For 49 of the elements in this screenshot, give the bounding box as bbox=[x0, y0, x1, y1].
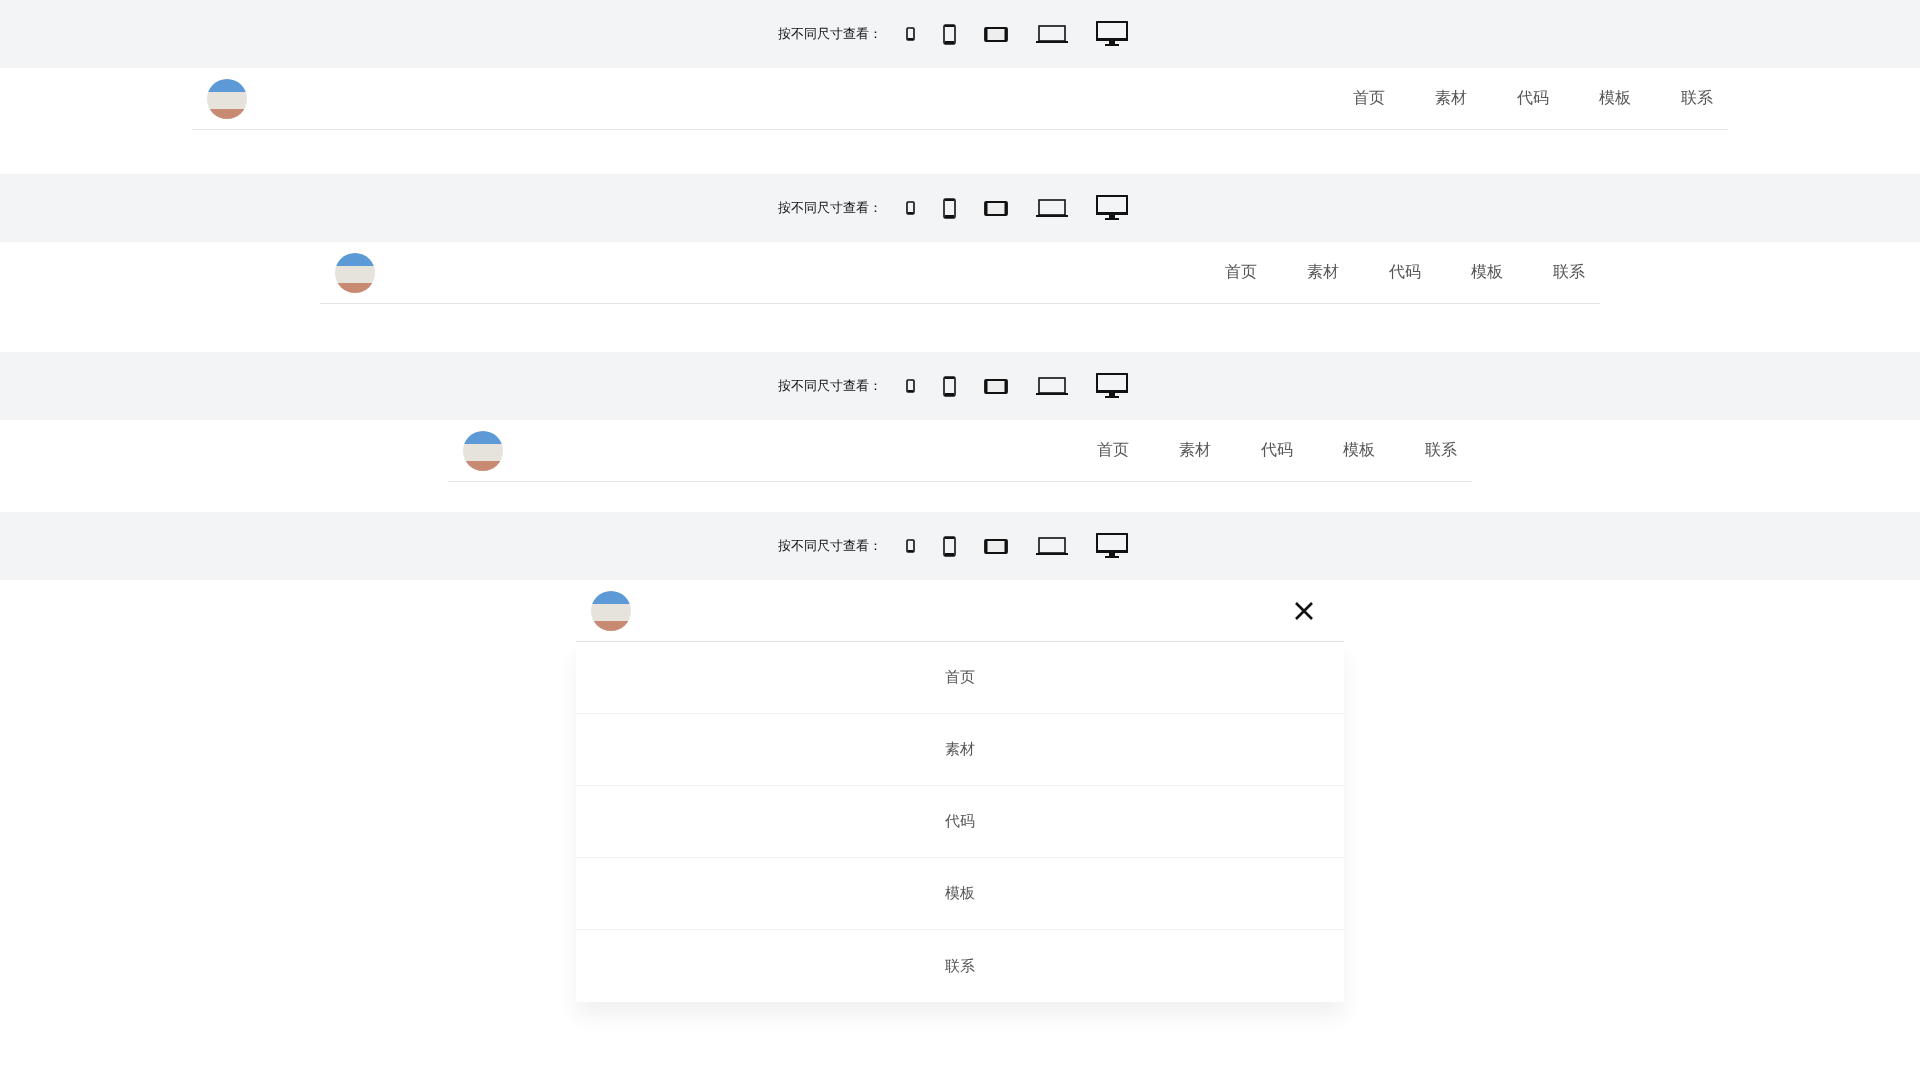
nav-link[interactable]: 首页 bbox=[1200, 262, 1282, 283]
laptop-icon[interactable] bbox=[1036, 536, 1068, 556]
phone-icon[interactable] bbox=[943, 23, 956, 45]
nav-link[interactable]: 代码 bbox=[1236, 440, 1318, 461]
monitor-icon[interactable] bbox=[1096, 21, 1128, 47]
monitor-icon[interactable] bbox=[1096, 533, 1128, 559]
small-phone-icon[interactable] bbox=[906, 27, 915, 41]
small-phone-icon[interactable] bbox=[906, 379, 915, 393]
small-phone-icon[interactable] bbox=[906, 201, 915, 215]
laptop-icon[interactable] bbox=[1036, 376, 1068, 396]
tablet-icon[interactable] bbox=[984, 378, 1008, 394]
avatar-photo[interactable] bbox=[207, 78, 247, 119]
toolbar-label: 按不同尺寸查看： bbox=[778, 25, 882, 43]
toolbar-label: 按不同尺寸查看： bbox=[778, 537, 882, 555]
phone-icon[interactable] bbox=[943, 197, 956, 219]
nav-link[interactable]: 模板 bbox=[1318, 440, 1400, 461]
nav-link[interactable]: 首页 bbox=[1328, 88, 1410, 109]
close-icon[interactable] bbox=[1294, 600, 1314, 621]
nav-link[interactable]: 代码 bbox=[1364, 262, 1446, 283]
avatar-photo[interactable] bbox=[335, 252, 375, 293]
nav-link[interactable]: 联系 bbox=[1400, 440, 1457, 461]
phone-icon[interactable] bbox=[943, 375, 956, 397]
nav-link[interactable]: 首页 bbox=[1072, 440, 1154, 461]
phone-icon[interactable] bbox=[943, 535, 956, 557]
nav-link[interactable]: 素材 bbox=[1282, 262, 1364, 283]
monitor-icon[interactable] bbox=[1096, 373, 1128, 399]
nav-link[interactable]: 素材 bbox=[1410, 88, 1492, 109]
laptop-icon[interactable] bbox=[1036, 24, 1068, 44]
tablet-icon[interactable] bbox=[984, 538, 1008, 554]
menu-item[interactable]: 代码 bbox=[576, 786, 1344, 858]
nav-link[interactable]: 素材 bbox=[1154, 440, 1236, 461]
avatar-photo[interactable] bbox=[591, 590, 631, 631]
nav-link[interactable]: 模板 bbox=[1446, 262, 1528, 283]
nav-link[interactable]: 代码 bbox=[1492, 88, 1574, 109]
monitor-icon[interactable] bbox=[1096, 195, 1128, 221]
toolbar-label: 按不同尺寸查看： bbox=[778, 199, 882, 217]
tablet-icon[interactable] bbox=[984, 200, 1008, 216]
menu-item[interactable]: 首页 bbox=[576, 642, 1344, 714]
menu-item[interactable]: 素材 bbox=[576, 714, 1344, 786]
tablet-icon[interactable] bbox=[984, 26, 1008, 42]
nav-link[interactable]: 模板 bbox=[1574, 88, 1656, 109]
nav-link[interactable]: 联系 bbox=[1656, 88, 1713, 109]
toolbar-label: 按不同尺寸查看： bbox=[778, 377, 882, 395]
menu-item[interactable]: 联系 bbox=[576, 930, 1344, 1002]
nav-link[interactable]: 联系 bbox=[1528, 262, 1585, 283]
laptop-icon[interactable] bbox=[1036, 198, 1068, 218]
avatar-photo[interactable] bbox=[463, 430, 503, 471]
menu-item[interactable]: 模板 bbox=[576, 858, 1344, 930]
small-phone-icon[interactable] bbox=[906, 539, 915, 553]
